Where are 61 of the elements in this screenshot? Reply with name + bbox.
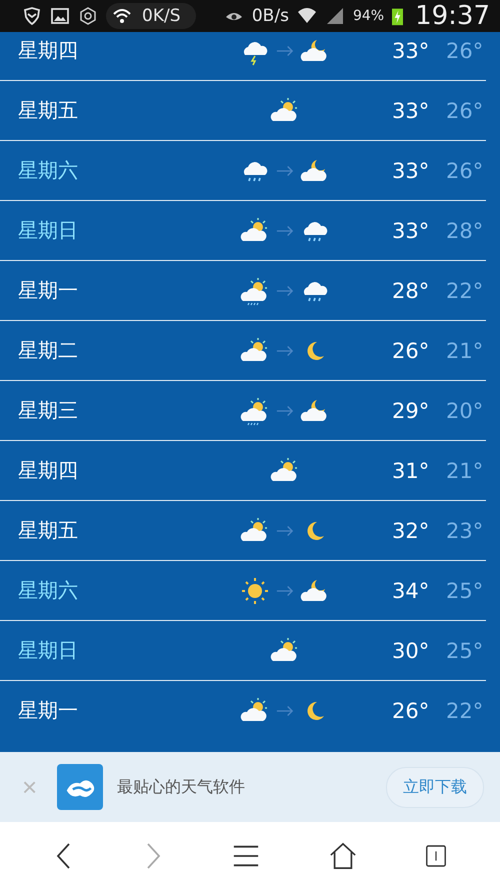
arrow-icon [276, 224, 294, 236]
low-temperature: 25° [446, 578, 484, 602]
arrow-icon [276, 704, 294, 716]
arrow-icon [276, 344, 294, 356]
arrow-icon [276, 44, 294, 56]
high-temperature: 34° [392, 578, 430, 602]
low-temperature: 20° [446, 398, 484, 422]
high-temperature: 28° [392, 278, 430, 302]
sun-rain-cloud-icon [240, 276, 270, 306]
speed-text: 0K/S [142, 6, 180, 26]
clock-text: 19:37 [415, 1, 490, 31]
day-label: 星期一 [18, 697, 79, 724]
arrow-icon [276, 164, 294, 176]
high-temperature: 33° [392, 38, 430, 62]
high-temperature: 33° [392, 98, 430, 122]
arrow-icon [276, 524, 294, 536]
wifi-icon [112, 6, 132, 26]
ad-text: 最贴心的天气软件 [117, 776, 246, 798]
high-temperature: 33° [392, 158, 430, 182]
low-temperature: 26° [446, 158, 484, 182]
day-label: 星期日 [18, 217, 79, 244]
low-temperature: 21° [446, 458, 484, 482]
high-temperature: 30° [392, 638, 430, 662]
low-temperature: 28° [446, 218, 484, 242]
day-label: 星期五 [18, 517, 79, 544]
high-temperature: 26° [392, 338, 430, 362]
low-temperature: 26° [446, 38, 484, 62]
home-icon[interactable] [328, 842, 357, 870]
day-label: 星期四 [18, 457, 79, 484]
battery-percent: 94% [352, 8, 384, 24]
day-label: 星期二 [18, 337, 79, 364]
high-temperature: 26° [392, 698, 430, 722]
high-temperature: 33° [392, 218, 430, 242]
image-icon [50, 6, 70, 26]
day-label: 星期三 [18, 397, 79, 424]
hexagon-icon [78, 6, 98, 26]
arrow-icon [276, 584, 294, 596]
low-temperature: 26° [446, 98, 484, 122]
high-temperature: 29° [392, 398, 430, 422]
low-temperature: 21° [446, 338, 484, 362]
sun-icon [240, 576, 270, 606]
day-label: 星期六 [18, 157, 79, 184]
low-temperature: 22° [446, 278, 484, 302]
sun-rain-cloud-icon [240, 396, 270, 426]
day-label: 星期六 [18, 577, 79, 604]
high-temperature: 31° [392, 458, 430, 482]
low-temperature: 23° [446, 518, 484, 542]
low-temperature: 25° [446, 638, 484, 662]
day-label: 星期一 [18, 277, 79, 304]
low-temperature: 22° [446, 698, 484, 722]
battery-charging-icon [392, 6, 404, 26]
signal-icon [324, 6, 345, 26]
download-button[interactable]: 立即下载 [386, 766, 484, 808]
day-label: 星期日 [18, 637, 79, 664]
arrow-icon [276, 284, 294, 296]
high-temperature: 32° [392, 518, 430, 542]
data-rate-text: 0B/s [252, 6, 289, 26]
day-label: 星期四 [18, 37, 79, 64]
shield-icon [22, 6, 42, 26]
arrow-icon [276, 404, 294, 416]
day-label: 星期五 [18, 97, 79, 124]
